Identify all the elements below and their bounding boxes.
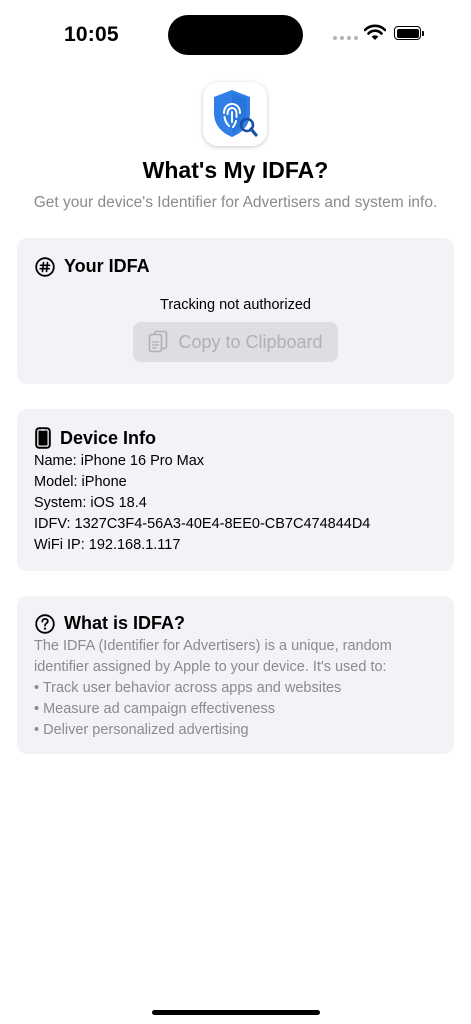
device-wifi-ip-row: WiFi IP: 192.168.1.117 xyxy=(34,537,181,553)
device-info-card: Device Info Name: iPhone 16 Pro Max Mode… xyxy=(17,409,454,571)
hash-circle-icon xyxy=(35,256,55,277)
document-copy-icon xyxy=(149,330,168,353)
device-name-row: Name: iPhone 16 Pro Max xyxy=(34,453,205,469)
status-time: 10:05 xyxy=(64,23,119,46)
device-model-row: Model: iPhone xyxy=(34,474,127,490)
idfa-card: Your IDFA Tracking not authorized Copy t… xyxy=(17,238,454,384)
about-bullet: • Deliver personalized advertising xyxy=(34,722,249,738)
about-description-line: identifier assigned by Apple to your dev… xyxy=(34,659,387,675)
device-card-header: Device Info xyxy=(35,427,156,449)
about-idfa-card: What is IDFA? The IDFA (Identifier for A… xyxy=(17,596,454,754)
about-card-title: What is IDFA? xyxy=(64,613,185,633)
shield-fingerprint-icon xyxy=(214,90,258,137)
app-logo xyxy=(203,82,267,146)
battery-icon xyxy=(394,26,424,40)
device-system-row: System: iOS 18.4 xyxy=(34,495,147,511)
question-circle-icon xyxy=(35,613,55,634)
device-idfv-row: IDFV: 1327C3F4-56A3-40E4-8EE0-CB7C474844… xyxy=(34,516,371,532)
device-info-list: Name: iPhone 16 Pro Max Model: iPhone Sy… xyxy=(34,451,370,556)
about-description-line: The IDFA (Identifier for Advertisers) is… xyxy=(34,638,392,654)
device-card-title: Device Info xyxy=(60,427,157,448)
about-card-header: What is IDFA? xyxy=(35,613,185,634)
about-bullet: • Measure ad campaign effectiveness xyxy=(34,701,275,717)
idfa-card-header: Your IDFA xyxy=(35,256,150,277)
copy-to-clipboard-button[interactable]: Copy to Clipboard xyxy=(133,322,338,362)
wifi-icon xyxy=(364,24,386,40)
about-bullet: • Track user behavior across apps and we… xyxy=(34,680,342,696)
iphone-icon xyxy=(35,427,51,449)
status-bar: 10:05 xyxy=(0,0,471,70)
page-title: What's My IDFA? xyxy=(142,157,329,183)
page-subtitle: Get your device's Identifier for Adverti… xyxy=(33,194,438,211)
copy-button-label: Copy to Clipboard xyxy=(178,331,323,352)
home-indicator[interactable] xyxy=(152,1010,320,1015)
about-description: The IDFA (Identifier for Advertisers) is… xyxy=(34,636,444,741)
dynamic-island xyxy=(168,15,303,55)
cellular-signal-icon xyxy=(333,36,358,40)
tracking-status-text: Tracking not authorized xyxy=(160,297,311,313)
idfa-card-title: Your IDFA xyxy=(64,256,150,276)
